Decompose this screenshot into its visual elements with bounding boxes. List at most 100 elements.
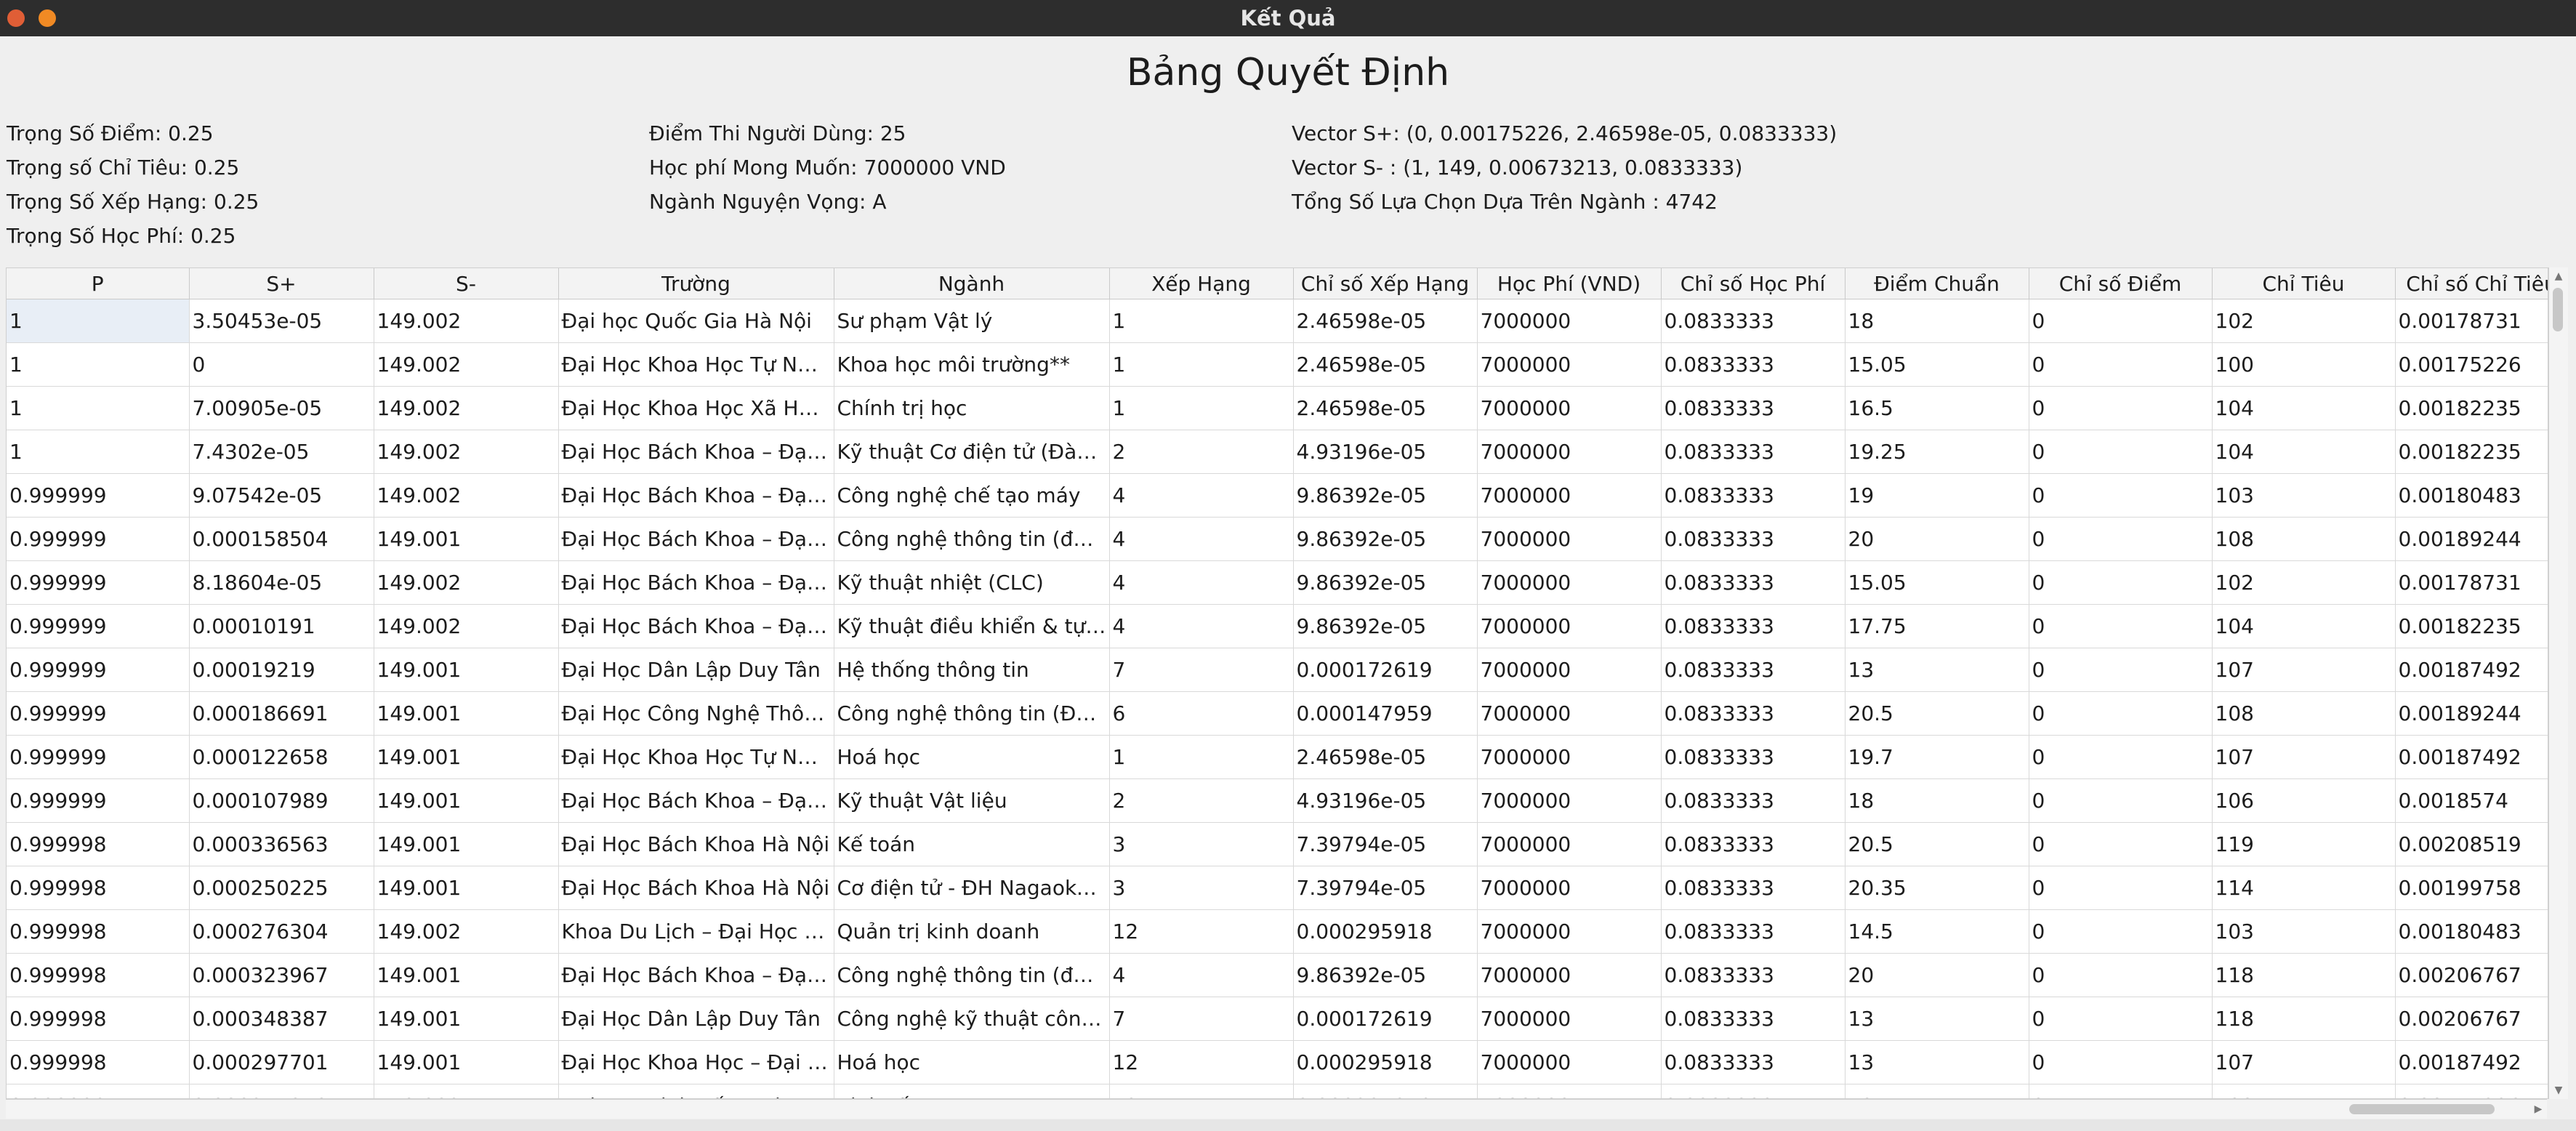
table-cell[interactable]: 0.000297701 [189,1040,374,1084]
scroll-right-icon[interactable]: ▶ [2529,1100,2547,1119]
table-row[interactable]: 0.999999 0.000107989 149.001 Đại Học Bách K… [7,778,2548,823]
table-cell[interactable]: Khoa Du Lịch – Đại Học Huế [558,909,834,954]
table-cell[interactable]: 0.000295918 [1293,1084,1478,1098]
table-cell[interactable]: 6 [1109,691,1294,736]
table-cell[interactable]: 102 [2212,560,2396,605]
table-cell[interactable]: 0.00189244 [2395,691,2548,736]
horizontal-scroll-thumb[interactable] [2349,1104,2495,1114]
table-row[interactable]: 0.999998 0.000297701 149.001 Đại Học Khoa H… [7,1040,2548,1084]
table-cell[interactable]: 4.93196e-05 [1293,778,1478,823]
table-cell[interactable]: 0.0833333 [1661,691,1846,736]
table-cell[interactable]: 0.00199758 [2395,866,2548,910]
table-cell[interactable]: 7000000 [1477,517,1662,561]
table-cell[interactable]: 0 [2029,822,2213,866]
table-cell[interactable]: 13 [1845,997,2029,1041]
table-cell[interactable]: 4 [1109,517,1294,561]
table-cell[interactable]: Kinh tế [834,1084,1110,1098]
table-cell[interactable]: 149.002 [374,430,559,474]
table-cell[interactable]: 149.001 [374,953,559,997]
table-cell[interactable]: 0.0833333 [1661,517,1846,561]
table-cell[interactable]: 7000000 [1477,1040,1662,1084]
table-cell[interactable]: 1 [7,342,190,387]
table-cell[interactable]: 0.00187492 [2395,735,2548,779]
table-cell[interactable]: 0 [2029,342,2213,387]
table-cell[interactable]: Cơ điện tử - ĐH Nagaoka (Nhật Bản) [834,866,1110,910]
table-cell[interactable]: Đại Học Bách Khoa – Đại Học Đà Nẵng [558,778,834,823]
table-row[interactable]: 0.999998 0.000323967 149.001 Đại Học Bách K… [7,953,2548,997]
column-header[interactable]: Chỉ số Xếp Hạng [1293,268,1478,299]
table-cell[interactable]: 0 [2029,866,2213,910]
table-cell[interactable]: Kỹ thuật Cơ điện tử (Đào tạo CLC) [834,430,1110,474]
table-cell[interactable]: 0.00189244 [2395,517,2548,561]
table-cell[interactable]: 9.86392e-05 [1293,560,1478,605]
table-cell[interactable]: 19.7 [1845,735,2029,779]
column-header[interactable]: Học Phí (VND) [1477,268,1662,299]
table-cell[interactable]: 20.5 [1845,822,2029,866]
table-cell[interactable]: 149.001 [374,866,559,910]
table-cell[interactable]: 0.0833333 [1661,822,1846,866]
table-row[interactable]: 1 0 149.002 Đại Học Khoa Học Tự Nhiên Khoa h… [7,342,2548,387]
table-cell[interactable]: 0.000186691 [189,691,374,736]
table-cell[interactable]: 9.07542e-05 [189,473,374,518]
table-cell[interactable]: 1 [1109,386,1294,430]
table-cell[interactable]: 0.999999 [7,473,190,518]
table-cell[interactable]: 149.002 [374,604,559,648]
table-cell[interactable]: 0.000172619 [1293,997,1478,1041]
table-cell[interactable]: 4 [1109,473,1294,518]
table-cell[interactable]: Đại Học Kinh Tế – Đại Học Huế [558,1084,834,1098]
table-cell[interactable]: 0.000336563 [189,822,374,866]
table-cell[interactable]: 149.001 [374,1040,559,1084]
table-cell[interactable]: 0 [2029,778,2213,823]
table-row[interactable]: 0.999998 0.000336563 149.001 Đại Học Bách K… [7,822,2548,866]
table-cell[interactable]: Khoa học môi trường** [834,342,1110,387]
table-cell[interactable]: 149.002 [374,386,559,430]
table-cell[interactable]: 0.999998 [7,1040,190,1084]
table-cell[interactable]: 0 [2029,735,2213,779]
table-cell[interactable]: 13 [1845,648,2029,692]
table-cell[interactable]: 1 [7,299,190,343]
table-cell[interactable]: 0.00182235 [2395,386,2548,430]
table-cell[interactable]: 0.0833333 [1661,778,1846,823]
table-cell[interactable]: 13 [1845,1040,2029,1084]
table-cell[interactable]: 2.46598e-05 [1293,299,1478,343]
table-cell[interactable]: 0.999998 [7,866,190,910]
table-cell[interactable]: 2.46598e-05 [1293,386,1478,430]
table-cell[interactable]: 19.25 [1845,430,2029,474]
table-cell[interactable]: Đại Học Công Nghệ Thông Tin [558,691,834,736]
table-cell[interactable]: 0.0833333 [1661,648,1846,692]
horizontal-scrollbar[interactable]: ▶ [6,1099,2547,1119]
table-row[interactable]: 0.999998 0.000250225 149.001 Đại Học Bách K… [7,866,2548,910]
table-cell[interactable]: Hoá học [834,735,1110,779]
table-cell[interactable]: Hoá học [834,1040,1110,1084]
table-cell[interactable]: 0.0833333 [1661,1084,1846,1098]
table-cell[interactable]: 14.5 [1845,909,2029,954]
table-cell[interactable]: 7000000 [1477,735,1662,779]
table-cell[interactable]: 1 [1109,342,1294,387]
column-header[interactable]: Trường [558,268,834,299]
scroll-down-icon[interactable]: ▼ [2549,1082,2568,1099]
table-cell[interactable]: 8.18604e-05 [189,560,374,605]
table-cell[interactable]: 0.00175226 [2395,1084,2548,1098]
table-cell[interactable]: 0.00208519 [2395,822,2548,866]
table-cell[interactable]: 0 [2029,473,2213,518]
table-cell[interactable]: 0 [2029,997,2213,1041]
table-cell[interactable]: Công nghệ thông tin (Đào tạo CLC) [834,691,1110,736]
table-cell[interactable]: 7000000 [1477,866,1662,910]
table-cell[interactable]: 13 [1845,1084,2029,1098]
column-header[interactable]: Chỉ số Chỉ Tiêu [2395,268,2548,299]
table-row[interactable]: 0.999999 0.000186691 149.001 Đại Học Công N… [7,691,2548,736]
table-cell[interactable]: 100 [2212,1084,2396,1098]
table-cell[interactable]: Đại Học Bách Khoa Hà Nội [558,866,834,910]
table-cell[interactable]: 0.00187492 [2395,648,2548,692]
table-cell[interactable]: 0.000295918 [1293,909,1478,954]
table-cell[interactable]: Kỹ thuật Vật liệu [834,778,1110,823]
table-cell[interactable]: 9.86392e-05 [1293,953,1478,997]
table-row[interactable]: 0.999999 9.07542e-05 149.002 Đại Học Bách K… [7,473,2548,518]
table-row[interactable]: 1 7.4302e-05 149.002 Đại Học Bách Khoa – Đạ… [7,430,2548,474]
scroll-up-icon[interactable]: ▲ [2549,267,2568,285]
table-cell[interactable]: 0.000323967 [189,953,374,997]
table-cell[interactable]: 20 [1845,953,2029,997]
table-cell[interactable]: 0.00182235 [2395,604,2548,648]
table-cell[interactable]: Đại Học Khoa Học – Đại Học Huế [558,1040,834,1084]
table-row[interactable]: 1 7.00905e-05 149.002 Đại Học Khoa Học Xã H… [7,386,2548,430]
